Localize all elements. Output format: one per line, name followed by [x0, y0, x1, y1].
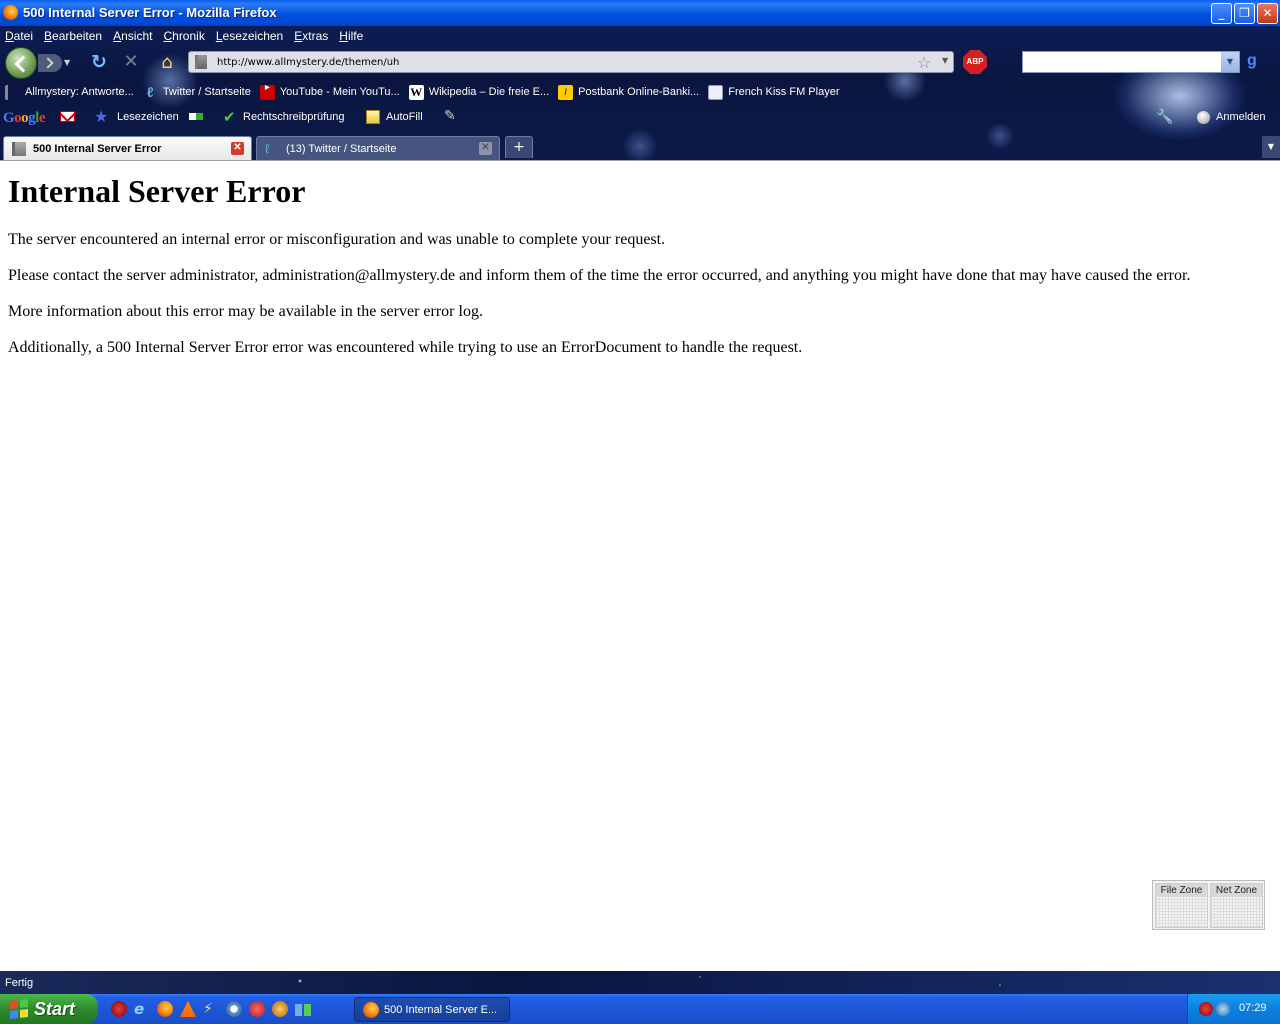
url-input[interactable] [217, 54, 907, 70]
menu-ansicht[interactable]: Ansicht [108, 29, 158, 43]
reload-icon[interactable]: ↻ [88, 51, 110, 73]
quicklaunch-vlc-icon[interactable] [180, 1001, 196, 1017]
quicklaunch-desktop-icon[interactable] [295, 1004, 311, 1016]
postbank-icon: / [558, 84, 574, 100]
menu-chronik[interactable]: Chronik [158, 29, 210, 43]
menu-bar: Datei Bearbeiten Ansicht Chronik Lesezei… [0, 26, 400, 46]
quicklaunch-opera-icon[interactable] [111, 1001, 127, 1017]
adblock-plus-icon[interactable]: ABP [963, 50, 987, 74]
quicklaunch-ie-icon[interactable]: e [134, 1001, 150, 1017]
file-zone[interactable]: File Zone [1155, 883, 1208, 928]
minimize-button[interactable]: _ [1211, 3, 1232, 24]
wikipedia-icon: W [408, 84, 424, 100]
start-button[interactable]: Start [0, 994, 98, 1024]
wrench-icon[interactable]: 🔧 [1156, 109, 1173, 125]
home-icon[interactable]: ⌂ [155, 51, 179, 75]
menu-bearbeiten[interactable]: Bearbeiten [39, 29, 108, 43]
site-icon [12, 141, 26, 156]
system-tray: 07:29 [1187, 994, 1280, 1024]
google-logo[interactable]: Google [3, 110, 46, 127]
url-history-dropdown-icon[interactable]: ▼ [942, 56, 948, 65]
page-title: Internal Server Error [8, 173, 306, 209]
stop-icon[interactable]: ✕ [120, 51, 142, 73]
window-titlebar[interactable]: 500 Internal Server Error - Mozilla Fire… [0, 0, 1280, 26]
search-bar[interactable]: ▼ [1022, 51, 1240, 73]
send-icon[interactable]: ✎ [444, 108, 456, 124]
bookmarks-toolbar: Allmystery: Antworte... ℓ Twitter / Start… [0, 81, 1280, 103]
twitter-icon: ℓ [146, 83, 154, 100]
tray-zonealarm-icon[interactable] [1199, 1002, 1213, 1016]
bookmark-wikipedia[interactable]: W Wikipedia – Die freie E... [408, 84, 549, 100]
search-input[interactable] [1027, 54, 1217, 70]
quicklaunch-winamp-icon[interactable]: ⚡ [203, 1001, 219, 1017]
firefox-icon [3, 5, 18, 20]
translate-flag-icon[interactable] [189, 113, 203, 120]
zonealarm-widget[interactable]: File Zone Net Zone [1152, 880, 1265, 930]
menu-lesezeichen[interactable]: Lesezeichen [211, 29, 289, 43]
google-toolbar: Google ★ Lesezeichen ✔ Rechtschreibprüfu… [0, 106, 1280, 130]
quicklaunch-tool-icon[interactable] [272, 1001, 288, 1017]
restore-button[interactable]: ❐ [1234, 3, 1255, 24]
bookmark-twitter[interactable]: ℓ Twitter / Startseite [143, 83, 251, 100]
history-dropdown-icon[interactable]: ▼ [64, 58, 74, 68]
bookmark-youtube[interactable]: ▶ YouTube - Mein YouTu... [259, 84, 400, 100]
browser-chrome: Datei Bearbeiten Ansicht Chronik Lesezei… [0, 26, 1280, 160]
youtube-icon: ▶ [259, 84, 275, 100]
twitter-icon: ℓ [265, 140, 270, 156]
google-bookmarks-button[interactable]: Lesezeichen [117, 111, 179, 123]
gmail-icon[interactable] [60, 111, 75, 122]
windows-logo-icon [10, 999, 28, 1019]
net-zone[interactable]: Net Zone [1210, 883, 1263, 928]
status-bar: Fertig [0, 971, 1280, 994]
autofill-icon [366, 110, 380, 124]
tab-strip: 500 Internal Server Error ✕ ℓ (13) Twitt… [0, 134, 1280, 160]
menu-datei[interactable]: Datei [0, 29, 39, 43]
close-window-button[interactable]: ✕ [1257, 3, 1278, 24]
errordocument-paragraph: Additionally, a 500 Internal Server Erro… [8, 339, 803, 356]
site-icon [5, 84, 20, 100]
signin-button[interactable]: Anmelden [1216, 111, 1266, 123]
tab-list-dropdown-icon[interactable]: ▼ [1262, 136, 1280, 158]
contact-paragraph: Please contact the server administrator,… [8, 267, 1191, 284]
close-tab-icon[interactable]: ✕ [479, 142, 492, 155]
search-dropdown-icon[interactable]: ▼ [1221, 52, 1239, 72]
back-button[interactable] [5, 47, 37, 79]
menu-extras[interactable]: Extras [289, 29, 334, 43]
windows-taskbar: Start e ⚡ 500 Internal Server E... 07:29 [0, 994, 1280, 1024]
error-paragraph: The server encountered an internal error… [8, 231, 666, 248]
window-title: 500 Internal Server Error - Mozilla Fire… [23, 5, 277, 20]
lesezeichen-star-icon: ★ [94, 107, 109, 126]
forward-button[interactable] [38, 54, 62, 72]
bookmark-postbank[interactable]: / Postbank Online-Banki... [558, 84, 699, 100]
quicklaunch-app-icon[interactable] [249, 1001, 265, 1017]
bookmark-star-icon[interactable]: ☆ [917, 53, 931, 72]
navigation-toolbar: ▼ ↻ ✕ ⌂ ☆ ▼ ABP ▼ g [0, 46, 1280, 79]
site-identity-icon[interactable] [195, 55, 207, 69]
google-g-icon[interactable]: g [1247, 52, 1265, 70]
firefox-icon [363, 1001, 379, 1018]
quicklaunch-firefox-icon[interactable] [157, 1001, 173, 1017]
new-tab-button[interactable]: + [505, 136, 533, 158]
bookmark-frenchkiss[interactable]: French Kiss FM Player [708, 84, 839, 100]
autofill-button[interactable]: AutoFill [386, 111, 423, 123]
quicklaunch-mediaplayer-icon[interactable] [226, 1001, 242, 1017]
spellcheck-icon: ✔ [223, 108, 236, 126]
taskbar-firefox-button[interactable]: 500 Internal Server E... [354, 997, 510, 1022]
bookmark-allmystery[interactable]: Allmystery: Antworte... [5, 84, 134, 100]
log-paragraph: More information about this error may be… [8, 303, 483, 320]
tab-twitter[interactable]: ℓ (13) Twitter / Startseite ✕ [256, 136, 500, 160]
page-content: Internal Server Error The server encount… [0, 160, 1280, 971]
url-bar[interactable]: ☆ ▼ [188, 51, 954, 73]
spellcheck-button[interactable]: Rechtschreibprüfung [243, 111, 345, 123]
tab-label: (13) Twitter / Startseite [286, 142, 397, 155]
menu-hilfe[interactable]: Hilfe [334, 29, 369, 43]
clock[interactable]: 07:29 [1239, 1002, 1267, 1014]
page-icon [708, 84, 724, 100]
status-text: Fertig [5, 977, 34, 989]
close-tab-icon[interactable]: ✕ [231, 142, 244, 155]
user-icon [1197, 111, 1210, 124]
tab-label: 500 Internal Server Error [33, 142, 162, 155]
tab-500-error[interactable]: 500 Internal Server Error ✕ [3, 136, 252, 160]
tray-volume-icon[interactable] [1216, 1002, 1230, 1016]
